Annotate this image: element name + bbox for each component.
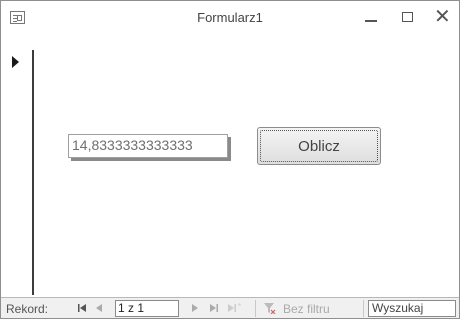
last-record-icon[interactable] [207,301,221,315]
previous-record-icon[interactable] [93,301,105,315]
first-record-icon[interactable] [75,301,89,315]
new-record-icon[interactable]: * [225,301,245,315]
search-input[interactable]: Wyszukaj [368,300,456,317]
next-record-icon[interactable] [189,301,201,315]
compute-button-label: Oblicz [298,137,340,155]
close-icon: ✕ [434,6,451,28]
window-title: Formularz1 [197,10,263,25]
nav-separator [255,300,256,317]
filter-status[interactable]: Bez filtru [283,302,330,316]
title-bar: Formularz1 ✕ [1,1,459,37]
current-record-arrow-icon [12,56,19,68]
current-record-field[interactable]: 1 z 1 [115,300,179,317]
record-label: Rekord: [6,302,49,316]
svg-text:*: * [238,302,241,311]
maximize-icon [402,12,413,22]
maximize-button[interactable] [395,7,419,29]
filter-icon [264,303,276,314]
result-textbox[interactable]: 14,8333333333333 [68,134,228,158]
minimize-icon [365,20,377,22]
nav-separator [363,300,364,317]
form-window: Formularz1 ✕ 14,8333333333333 Oblicz Rek… [0,0,460,319]
record-navigation-bar: Rekord: 1 z 1 * Bez filtru Wyszukaj [1,297,459,318]
compute-button[interactable]: Oblicz [257,127,381,165]
minimize-button[interactable] [359,7,383,29]
form-detail-section [36,50,456,295]
close-button[interactable]: ✕ [429,6,453,29]
record-selector[interactable] [9,50,34,295]
